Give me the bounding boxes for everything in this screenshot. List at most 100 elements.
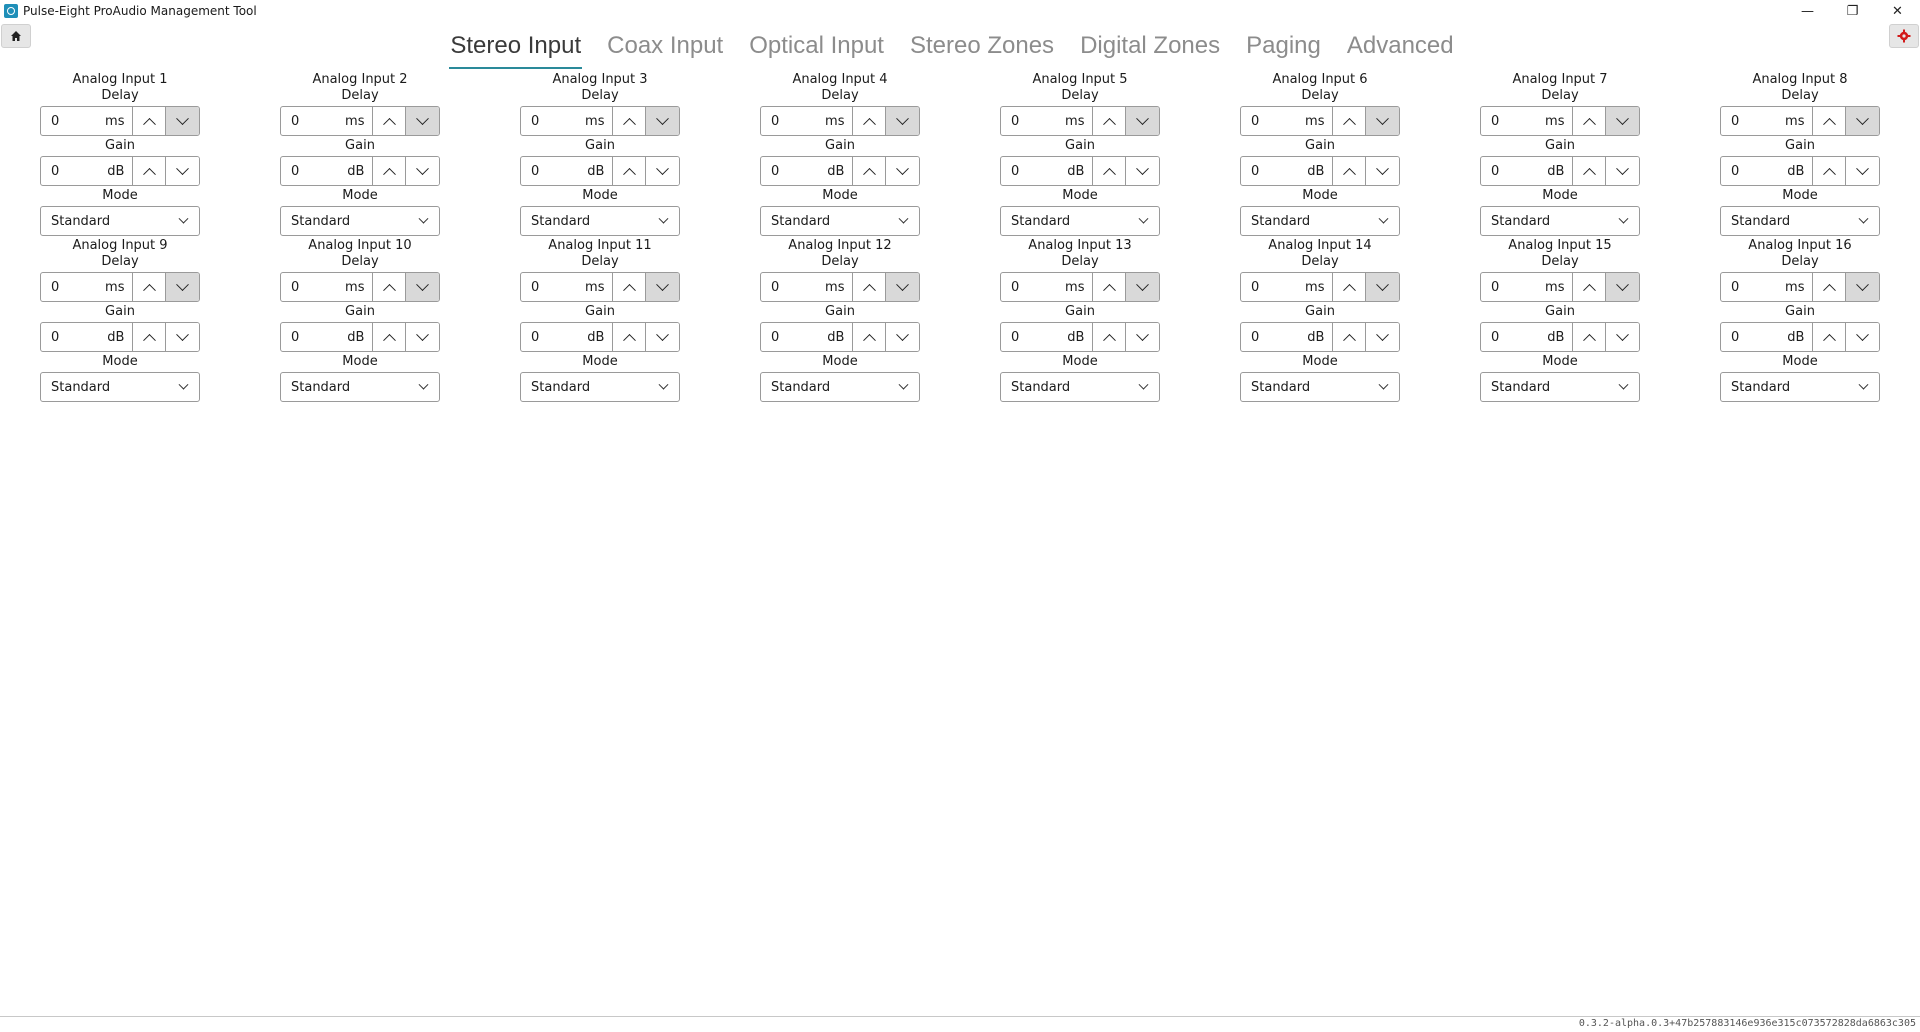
delay-decrement-button[interactable] [1126,107,1159,135]
gain-increment-button[interactable] [1333,323,1367,351]
tab-optical-input[interactable]: Optical Input [748,26,885,72]
gain-increment-button[interactable] [1093,157,1127,185]
gain-input[interactable]: 0 dB [41,323,134,351]
gain-increment-button[interactable] [1573,323,1607,351]
delay-decrement-button[interactable] [1606,107,1639,135]
gain-decrement-button[interactable] [406,323,439,351]
delay-decrement-button[interactable] [1366,107,1399,135]
gain-increment-button[interactable] [613,323,647,351]
delay-increment-button[interactable] [1813,273,1847,301]
gain-increment-button[interactable] [1333,157,1367,185]
gain-input[interactable]: 0 dB [1241,323,1334,351]
gain-increment-button[interactable] [373,323,407,351]
gain-increment-button[interactable] [373,157,407,185]
delay-input[interactable]: 0 ms [521,107,614,135]
delay-input[interactable]: 0 ms [761,107,854,135]
delay-input[interactable]: 0 ms [41,273,134,301]
delay-increment-button[interactable] [1093,273,1127,301]
mode-select[interactable]: Standard [1240,372,1400,402]
gain-increment-button[interactable] [1093,323,1127,351]
restore-button[interactable]: ❐ [1830,0,1875,22]
delay-decrement-button[interactable] [886,273,919,301]
gain-decrement-button[interactable] [1366,157,1399,185]
mode-select[interactable]: Standard [40,206,200,236]
gain-input[interactable]: 0 dB [1001,157,1094,185]
delay-input[interactable]: 0 ms [1481,107,1574,135]
mode-select[interactable]: Standard [1480,372,1640,402]
minimize-button[interactable]: — [1785,0,1830,22]
delay-increment-button[interactable] [373,107,407,135]
delay-increment-button[interactable] [613,107,647,135]
gain-increment-button[interactable] [1813,157,1847,185]
delay-input[interactable]: 0 ms [1241,107,1334,135]
gain-decrement-button[interactable] [166,323,199,351]
delay-decrement-button[interactable] [406,273,439,301]
delay-increment-button[interactable] [1333,107,1367,135]
gain-decrement-button[interactable] [406,157,439,185]
tab-coax-input[interactable]: Coax Input [606,26,724,72]
delay-decrement-button[interactable] [406,107,439,135]
tab-stereo-input[interactable]: Stereo Input [449,26,582,72]
gain-decrement-button[interactable] [1126,157,1159,185]
delay-increment-button[interactable] [1573,273,1607,301]
delay-input[interactable]: 0 ms [281,273,374,301]
mode-select[interactable]: Standard [1000,372,1160,402]
gain-input[interactable]: 0 dB [1001,323,1094,351]
gain-input[interactable]: 0 dB [1481,157,1574,185]
mode-select[interactable]: Standard [520,372,680,402]
delay-decrement-button[interactable] [646,107,679,135]
mode-select[interactable]: Standard [1480,206,1640,236]
delay-decrement-button[interactable] [1366,273,1399,301]
delay-increment-button[interactable] [1573,107,1607,135]
delay-input[interactable]: 0 ms [41,107,134,135]
gain-input[interactable]: 0 dB [1481,323,1574,351]
gain-input[interactable]: 0 dB [1721,323,1814,351]
delay-decrement-button[interactable] [166,107,199,135]
delay-input[interactable]: 0 ms [1721,273,1814,301]
delay-input[interactable]: 0 ms [521,273,614,301]
mode-select[interactable]: Standard [1720,206,1880,236]
gain-input[interactable]: 0 dB [761,323,854,351]
mode-select[interactable]: Standard [280,372,440,402]
gain-decrement-button[interactable] [1366,323,1399,351]
mode-select[interactable]: Standard [520,206,680,236]
close-button[interactable]: ✕ [1875,0,1920,22]
delay-decrement-button[interactable] [1606,273,1639,301]
delay-increment-button[interactable] [1813,107,1847,135]
gain-input[interactable]: 0 dB [41,157,134,185]
tab-paging[interactable]: Paging [1245,26,1322,72]
delay-increment-button[interactable] [613,273,647,301]
mode-select[interactable]: Standard [760,372,920,402]
gain-decrement-button[interactable] [1846,323,1879,351]
gain-increment-button[interactable] [1813,323,1847,351]
delay-increment-button[interactable] [133,107,167,135]
gain-increment-button[interactable] [1573,157,1607,185]
gain-decrement-button[interactable] [646,157,679,185]
gain-input[interactable]: 0 dB [1721,157,1814,185]
gain-input[interactable]: 0 dB [281,323,374,351]
delay-increment-button[interactable] [1093,107,1127,135]
mode-select[interactable]: Standard [1240,206,1400,236]
gain-input[interactable]: 0 dB [281,157,374,185]
gain-decrement-button[interactable] [1846,157,1879,185]
tab-advanced[interactable]: Advanced [1346,26,1455,72]
delay-input[interactable]: 0 ms [1001,273,1094,301]
delay-decrement-button[interactable] [1126,273,1159,301]
delay-increment-button[interactable] [133,273,167,301]
gain-input[interactable]: 0 dB [761,157,854,185]
delay-increment-button[interactable] [853,107,887,135]
delay-decrement-button[interactable] [166,273,199,301]
gain-increment-button[interactable] [853,157,887,185]
mode-select[interactable]: Standard [40,372,200,402]
gain-decrement-button[interactable] [1606,157,1639,185]
delay-decrement-button[interactable] [1846,273,1879,301]
gain-decrement-button[interactable] [646,323,679,351]
gain-increment-button[interactable] [133,157,167,185]
gain-increment-button[interactable] [133,323,167,351]
delay-input[interactable]: 0 ms [1721,107,1814,135]
tab-stereo-zones[interactable]: Stereo Zones [909,26,1055,72]
tab-digital-zones[interactable]: Digital Zones [1079,26,1221,72]
gain-input[interactable]: 0 dB [1241,157,1334,185]
delay-decrement-button[interactable] [1846,107,1879,135]
mode-select[interactable]: Standard [760,206,920,236]
